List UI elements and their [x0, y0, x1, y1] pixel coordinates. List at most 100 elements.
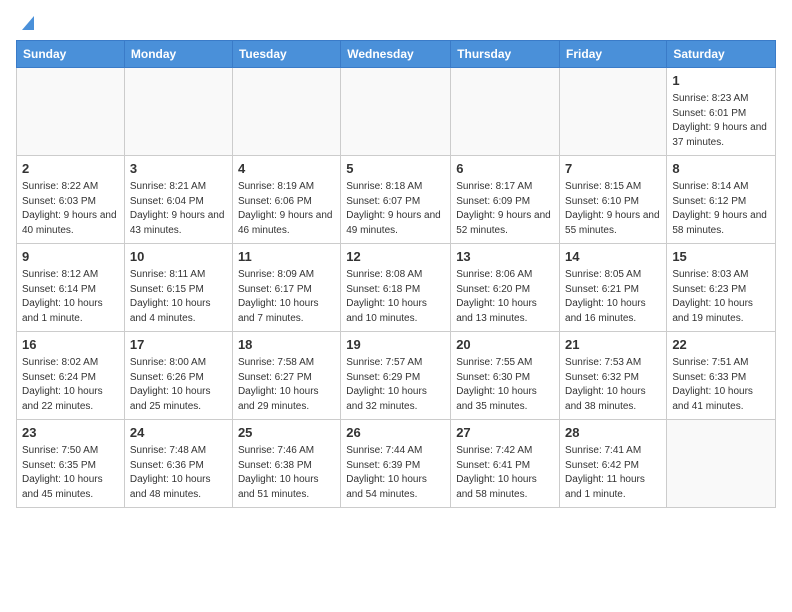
cell-sun-info: Sunrise: 8:08 AM Sunset: 6:18 PM Dayligh…: [346, 268, 445, 326]
calendar-cell: [124, 68, 232, 156]
day-number: 22: [672, 336, 770, 354]
day-number: 21: [565, 336, 661, 354]
day-number: 26: [346, 424, 445, 442]
day-number: 4: [238, 160, 335, 178]
cell-sun-info: Sunrise: 8:19 AM Sunset: 6:06 PM Dayligh…: [238, 180, 335, 238]
calendar-cell: 1 Sunrise: 8:23 AM Sunset: 6:01 PM Daylig…: [667, 68, 776, 156]
day-number: 27: [456, 424, 554, 442]
weekday-header-monday: Monday: [124, 41, 232, 68]
cell-sun-info: Sunrise: 7:42 AM Sunset: 6:41 PM Dayligh…: [456, 444, 554, 502]
cell-sun-info: Sunrise: 7:48 AM Sunset: 6:36 PM Dayligh…: [130, 444, 227, 502]
day-number: 6: [456, 160, 554, 178]
day-number: 15: [672, 248, 770, 266]
cell-sun-info: Sunrise: 7:57 AM Sunset: 6:29 PM Dayligh…: [346, 356, 445, 414]
day-number: 13: [456, 248, 554, 266]
cell-sun-info: Sunrise: 8:22 AM Sunset: 6:03 PM Dayligh…: [22, 180, 119, 238]
calendar-cell: 17 Sunrise: 8:00 AM Sunset: 6:26 PM Dayli…: [124, 332, 232, 420]
day-number: 23: [22, 424, 119, 442]
day-number: 16: [22, 336, 119, 354]
day-number: 5: [346, 160, 445, 178]
calendar-cell: [560, 68, 667, 156]
day-number: 14: [565, 248, 661, 266]
cell-sun-info: Sunrise: 8:23 AM Sunset: 6:01 PM Dayligh…: [672, 92, 770, 150]
logo: [16, 16, 38, 32]
calendar-cell: 7 Sunrise: 8:15 AM Sunset: 6:10 PM Daylig…: [560, 156, 667, 244]
day-number: 18: [238, 336, 335, 354]
day-number: 10: [130, 248, 227, 266]
week-row-5: 23 Sunrise: 7:50 AM Sunset: 6:35 PM Dayli…: [17, 420, 776, 508]
calendar-cell: 22 Sunrise: 7:51 AM Sunset: 6:33 PM Dayli…: [667, 332, 776, 420]
calendar-cell: 27 Sunrise: 7:42 AM Sunset: 6:41 PM Dayli…: [451, 420, 560, 508]
cell-sun-info: Sunrise: 7:51 AM Sunset: 6:33 PM Dayligh…: [672, 356, 770, 414]
calendar-cell: 5 Sunrise: 8:18 AM Sunset: 6:07 PM Daylig…: [341, 156, 451, 244]
calendar-cell: 21 Sunrise: 7:53 AM Sunset: 6:32 PM Dayli…: [560, 332, 667, 420]
week-row-2: 2 Sunrise: 8:22 AM Sunset: 6:03 PM Daylig…: [17, 156, 776, 244]
cell-sun-info: Sunrise: 7:44 AM Sunset: 6:39 PM Dayligh…: [346, 444, 445, 502]
cell-sun-info: Sunrise: 8:14 AM Sunset: 6:12 PM Dayligh…: [672, 180, 770, 238]
calendar-cell: 18 Sunrise: 7:58 AM Sunset: 6:27 PM Dayli…: [232, 332, 340, 420]
calendar-cell: 4 Sunrise: 8:19 AM Sunset: 6:06 PM Daylig…: [232, 156, 340, 244]
cell-sun-info: Sunrise: 8:03 AM Sunset: 6:23 PM Dayligh…: [672, 268, 770, 326]
cell-sun-info: Sunrise: 8:18 AM Sunset: 6:07 PM Dayligh…: [346, 180, 445, 238]
day-number: 17: [130, 336, 227, 354]
cell-sun-info: Sunrise: 8:05 AM Sunset: 6:21 PM Dayligh…: [565, 268, 661, 326]
day-number: 24: [130, 424, 227, 442]
day-number: 28: [565, 424, 661, 442]
calendar-cell: 3Sunrise: 8:21 AM Sunset: 6:04 PM Daylig…: [124, 156, 232, 244]
week-row-3: 9 Sunrise: 8:12 AM Sunset: 6:14 PM Daylig…: [17, 244, 776, 332]
cell-sun-info: Sunrise: 7:58 AM Sunset: 6:27 PM Dayligh…: [238, 356, 335, 414]
page-header: [16, 16, 776, 32]
cell-sun-info: Sunrise: 8:06 AM Sunset: 6:20 PM Dayligh…: [456, 268, 554, 326]
cell-sun-info: Sunrise: 8:12 AM Sunset: 6:14 PM Dayligh…: [22, 268, 119, 326]
calendar-cell: 19 Sunrise: 7:57 AM Sunset: 6:29 PM Dayli…: [341, 332, 451, 420]
calendar-cell: 6 Sunrise: 8:17 AM Sunset: 6:09 PM Daylig…: [451, 156, 560, 244]
day-number: 2: [22, 160, 119, 178]
calendar-cell: 12 Sunrise: 8:08 AM Sunset: 6:18 PM Dayli…: [341, 244, 451, 332]
week-row-1: 1 Sunrise: 8:23 AM Sunset: 6:01 PM Daylig…: [17, 68, 776, 156]
cell-sun-info: Sunrise: 8:17 AM Sunset: 6:09 PM Dayligh…: [456, 180, 554, 238]
weekday-header-sunday: Sunday: [17, 41, 125, 68]
cell-sun-info: Sunrise: 8:09 AM Sunset: 6:17 PM Dayligh…: [238, 268, 335, 326]
calendar-cell: [451, 68, 560, 156]
day-number: 12: [346, 248, 445, 266]
calendar-cell: [232, 68, 340, 156]
calendar-cell: 28 Sunrise: 7:41 AM Sunset: 6:42 PM Dayli…: [560, 420, 667, 508]
calendar-cell: 24 Sunrise: 7:48 AM Sunset: 6:36 PM Dayli…: [124, 420, 232, 508]
calendar-cell: [341, 68, 451, 156]
cell-sun-info: Sunrise: 8:15 AM Sunset: 6:10 PM Dayligh…: [565, 180, 661, 238]
cell-sun-info: Sunrise: 7:46 AM Sunset: 6:38 PM Dayligh…: [238, 444, 335, 502]
calendar-cell: 26 Sunrise: 7:44 AM Sunset: 6:39 PM Dayli…: [341, 420, 451, 508]
weekday-header-tuesday: Tuesday: [232, 41, 340, 68]
day-number: 20: [456, 336, 554, 354]
day-number: 9: [22, 248, 119, 266]
cell-sun-info: Sunrise: 8:00 AM Sunset: 6:26 PM Dayligh…: [130, 356, 227, 414]
cell-sun-info: Sunrise: 7:50 AM Sunset: 6:35 PM Dayligh…: [22, 444, 119, 502]
cell-sun-info: Sunrise: 8:11 AM Sunset: 6:15 PM Dayligh…: [130, 268, 227, 326]
cell-sun-info: Sunrise: 8:02 AM Sunset: 6:24 PM Dayligh…: [22, 356, 119, 414]
calendar-cell: 2 Sunrise: 8:22 AM Sunset: 6:03 PM Daylig…: [17, 156, 125, 244]
calendar-cell: [17, 68, 125, 156]
cell-sun-info: Sunrise: 7:53 AM Sunset: 6:32 PM Dayligh…: [565, 356, 661, 414]
cell-sun-info: Sunrise: 7:41 AM Sunset: 6:42 PM Dayligh…: [565, 444, 661, 502]
cell-sun-info: Sunrise: 7:55 AM Sunset: 6:30 PM Dayligh…: [456, 356, 554, 414]
weekday-header-wednesday: Wednesday: [341, 41, 451, 68]
calendar-cell: 23 Sunrise: 7:50 AM Sunset: 6:35 PM Dayli…: [17, 420, 125, 508]
calendar-cell: 9 Sunrise: 8:12 AM Sunset: 6:14 PM Daylig…: [17, 244, 125, 332]
day-number: 1: [672, 72, 770, 90]
calendar-table: SundayMondayTuesdayWednesdayThursdayFrid…: [16, 40, 776, 508]
calendar-cell: 14 Sunrise: 8:05 AM Sunset: 6:21 PM Dayli…: [560, 244, 667, 332]
calendar-cell: 25 Sunrise: 7:46 AM Sunset: 6:38 PM Dayli…: [232, 420, 340, 508]
day-number: 11: [238, 248, 335, 266]
week-row-4: 16 Sunrise: 8:02 AM Sunset: 6:24 PM Dayli…: [17, 332, 776, 420]
day-number: 7: [565, 160, 661, 178]
day-number: 8: [672, 160, 770, 178]
day-number: 25: [238, 424, 335, 442]
logo-icon: [18, 12, 38, 32]
weekday-header-row: SundayMondayTuesdayWednesdayThursdayFrid…: [17, 41, 776, 68]
calendar-cell: 11 Sunrise: 8:09 AM Sunset: 6:17 PM Dayli…: [232, 244, 340, 332]
calendar-cell: 8 Sunrise: 8:14 AM Sunset: 6:12 PM Daylig…: [667, 156, 776, 244]
day-number: 19: [346, 336, 445, 354]
calendar-cell: [667, 420, 776, 508]
weekday-header-thursday: Thursday: [451, 41, 560, 68]
calendar-cell: 15 Sunrise: 8:03 AM Sunset: 6:23 PM Dayli…: [667, 244, 776, 332]
